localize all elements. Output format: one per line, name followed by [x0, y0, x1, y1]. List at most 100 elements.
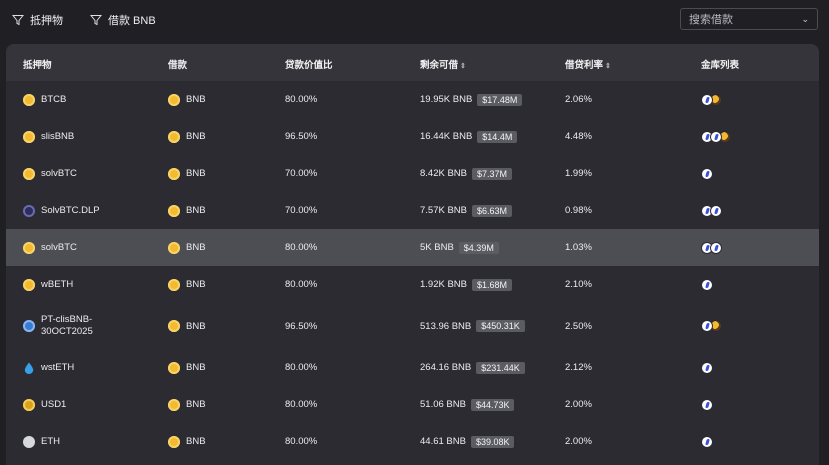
usd-value-badge: $6.63M	[472, 204, 513, 217]
vault-icon[interactable]	[710, 241, 722, 254]
vault-icon[interactable]	[710, 204, 722, 217]
ltv-cell: 80.00%	[285, 362, 318, 373]
vault-icon[interactable]	[701, 320, 713, 332]
vault-icon[interactable]	[701, 278, 713, 291]
vault-icon[interactable]	[701, 361, 713, 374]
rate-cell: 4.48%	[565, 131, 592, 142]
bnb-coin-icon	[168, 435, 180, 448]
usd-value-badge: $4.39M	[458, 241, 499, 254]
borrow-filter[interactable]: 借款 BNB	[90, 12, 156, 28]
vaults-cell[interactable]	[701, 192, 722, 229]
slisbnb-coin-icon	[23, 130, 35, 143]
remaining-amount: 7.57K BNB	[420, 205, 467, 216]
collateral-cell: ETH	[23, 423, 60, 460]
borrow-cell: BNB	[168, 192, 206, 229]
collateral-cell: wBETH	[23, 266, 73, 303]
ltv-cell: 96.50%	[285, 320, 318, 332]
collateral-cell: wstETH	[23, 349, 74, 386]
vaults-cell[interactable]	[701, 423, 713, 460]
header-remaining-label: 剩余可借	[420, 60, 459, 71]
ltv-cell: 80.00%	[285, 279, 318, 290]
usd-value-badge: $14.4M	[477, 130, 518, 143]
header-remaining[interactable]: 剩余可借 ⇕	[420, 57, 466, 71]
collateral-cell: slisBNB	[23, 118, 74, 155]
remaining-amount: 264.16 BNB	[420, 362, 472, 373]
remaining-amount: 513.96 BNB	[420, 320, 472, 332]
table-row[interactable]: SolvBTC.DLP BNB 70.00% 7.57K BNB $6.63M 0.98%	[6, 192, 819, 229]
collateral-cell: SolvBTC.DLP	[23, 192, 100, 229]
table-row[interactable]: wBETH BNB 80.00% 1.92K BNB $1.68M 2.10%	[6, 266, 819, 303]
ltv-cell: 80.00%	[285, 94, 318, 105]
vaults-cell[interactable]	[701, 266, 713, 303]
table-row[interactable]: ETH BNB 80.00% 44.61 BNB $39.08K 2.00%	[6, 423, 819, 460]
bnb-coin-icon	[168, 204, 180, 217]
ltv-cell: 80.00%	[285, 242, 318, 253]
chevron-down-icon: ⌄	[801, 13, 809, 24]
usd-value-badge: $1.68M	[472, 278, 513, 291]
remaining-cell: 5K BNB $4.39M	[420, 229, 499, 266]
table-row[interactable]: BTCB BNB 80.00% 19.95K BNB $17.48M 2.06%	[6, 81, 819, 118]
header-vaults: 金库列表	[701, 60, 740, 71]
wsteth-coin-icon	[23, 362, 35, 374]
vault-icon[interactable]	[701, 435, 713, 448]
sort-icon: ⇕	[460, 63, 466, 70]
vaults-cell[interactable]	[701, 303, 722, 349]
remaining-cell: 51.06 BNB $44.73K	[420, 386, 515, 423]
collateral-name-line2: 30OCT2025	[41, 326, 93, 337]
usd-value-badge: $7.37M	[472, 167, 513, 180]
borrow-cell: BNB	[168, 266, 206, 303]
vault-icon[interactable]	[701, 93, 713, 106]
vaults-cell[interactable]	[701, 386, 713, 423]
borrow-cell: BNB	[168, 155, 206, 192]
vaults-cell[interactable]	[701, 349, 713, 386]
remaining-amount: 19.95K BNB	[420, 94, 473, 105]
table-row[interactable]: solvBTC BNB 80.00% 5K BNB $4.39M 1.03%	[6, 229, 819, 266]
collateral-name: USD1	[41, 399, 67, 410]
rate-cell: 2.00%	[565, 436, 592, 447]
collateral-name: solvBTC	[41, 168, 77, 179]
bnb-coin-icon	[168, 93, 180, 106]
bnb-coin-icon	[168, 167, 180, 180]
remaining-cell: 16.44K BNB $14.4M	[420, 118, 518, 155]
borrow-asset: BNB	[186, 205, 206, 216]
borrow-cell: BNB	[168, 118, 206, 155]
borrow-asset: BNB	[186, 279, 206, 290]
borrow-asset: BNB	[186, 131, 206, 142]
collateral-name: BTCB	[41, 94, 67, 105]
table-row[interactable]: solvBTC BNB 70.00% 8.42K BNB $7.37M 1.99%	[6, 155, 819, 192]
ltv-cell: 80.00%	[285, 399, 318, 410]
collateral-name: PT-clisBNB- 30OCT2025	[41, 314, 93, 338]
vaults-cell[interactable]	[701, 155, 713, 192]
usd-value-badge: $450.31K	[476, 320, 525, 332]
collateral-filter[interactable]: 抵押物	[12, 12, 63, 28]
header-rate-label: 借贷利率	[565, 60, 604, 71]
remaining-cell: 8.42K BNB $7.37M	[420, 155, 513, 192]
rate-cell: 2.00%	[565, 399, 592, 410]
table-row[interactable]: slisBNB BNB 96.50% 16.44K BNB $14.4M 4.48%	[6, 118, 819, 155]
header-collateral: 抵押物	[23, 60, 52, 71]
bnb-coin-icon	[168, 130, 180, 143]
vault-icon[interactable]	[701, 167, 713, 180]
remaining-amount: 8.42K BNB	[420, 168, 467, 179]
collateral-name: solvBTC	[41, 242, 77, 253]
vaults-cell[interactable]	[701, 81, 722, 118]
collateral-cell: PT-clisBNB- 30OCT2025	[23, 303, 93, 349]
collateral-name: wstETH	[41, 362, 75, 373]
filter-bar: 抵押物 借款 BNB 搜索借款 ⌄	[0, 0, 829, 40]
borrow-asset: BNB	[186, 168, 206, 179]
table-row[interactable]: USD1 BNB 80.00% 51.06 BNB $44.73K 2.00%	[6, 386, 819, 423]
table-row[interactable]: PT-clisBNB- 30OCT2025 BNB 96.50% 513.96 BNB $…	[6, 303, 819, 349]
remaining-cell: 1.92K BNB $1.68M	[420, 266, 513, 303]
borrow-filter-label: 借款 BNB	[108, 15, 156, 27]
borrow-asset: BNB	[186, 362, 206, 373]
ltv-cell: 70.00%	[285, 168, 318, 179]
vaults-cell[interactable]	[701, 118, 731, 155]
remaining-cell: 264.16 BNB $231.44K	[420, 349, 525, 386]
vault-icon[interactable]	[701, 398, 713, 411]
collateral-cell: USD1	[23, 386, 66, 423]
vaults-cell[interactable]	[701, 229, 722, 266]
header-rate[interactable]: 借贷利率 ⇕	[565, 57, 611, 71]
search-select[interactable]: 搜索借款 ⌄	[680, 8, 818, 30]
vault-icon[interactable]	[710, 130, 722, 143]
table-row[interactable]: wstETH BNB 80.00% 264.16 BNB $231.44K 2.12%	[6, 349, 819, 386]
